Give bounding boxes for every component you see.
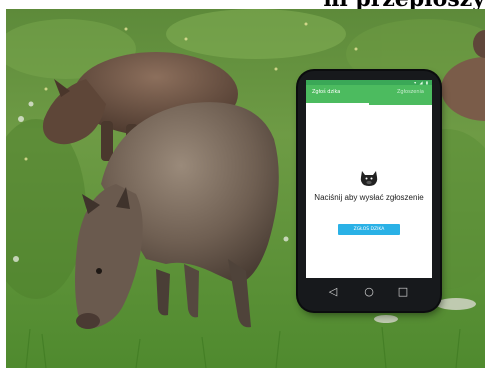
home-icon[interactable]: ○ <box>362 285 376 299</box>
app-content: Naciśnij aby wysłać zgłoszenie ZGŁOŚ DZI… <box>306 105 432 278</box>
back-icon[interactable]: ◁ <box>326 285 340 299</box>
android-nav-bar: ◁ ○ □ <box>306 282 432 304</box>
smartphone: ▾ ◢ ▮ Zgłoś dzika Zgłoszenia Naciśnij ab… <box>298 71 440 311</box>
recent-apps-icon[interactable]: □ <box>396 285 410 299</box>
report-prompt: Naciśnij aby wysłać zgłoszenie <box>314 193 424 202</box>
tab-report-boar[interactable]: Zgłoś dzika <box>312 89 340 95</box>
app-screen: ▾ ◢ ▮ Zgłoś dzika Zgłoszenia Naciśnij ab… <box>306 80 432 278</box>
boar-icon <box>360 171 378 186</box>
tab-reports[interactable]: Zgłoszenia <box>397 89 424 95</box>
app-bar: Zgłoś dzika Zgłoszenia <box>306 85 432 105</box>
report-boar-button[interactable]: ZGŁOŚ DZIKA <box>338 224 400 235</box>
